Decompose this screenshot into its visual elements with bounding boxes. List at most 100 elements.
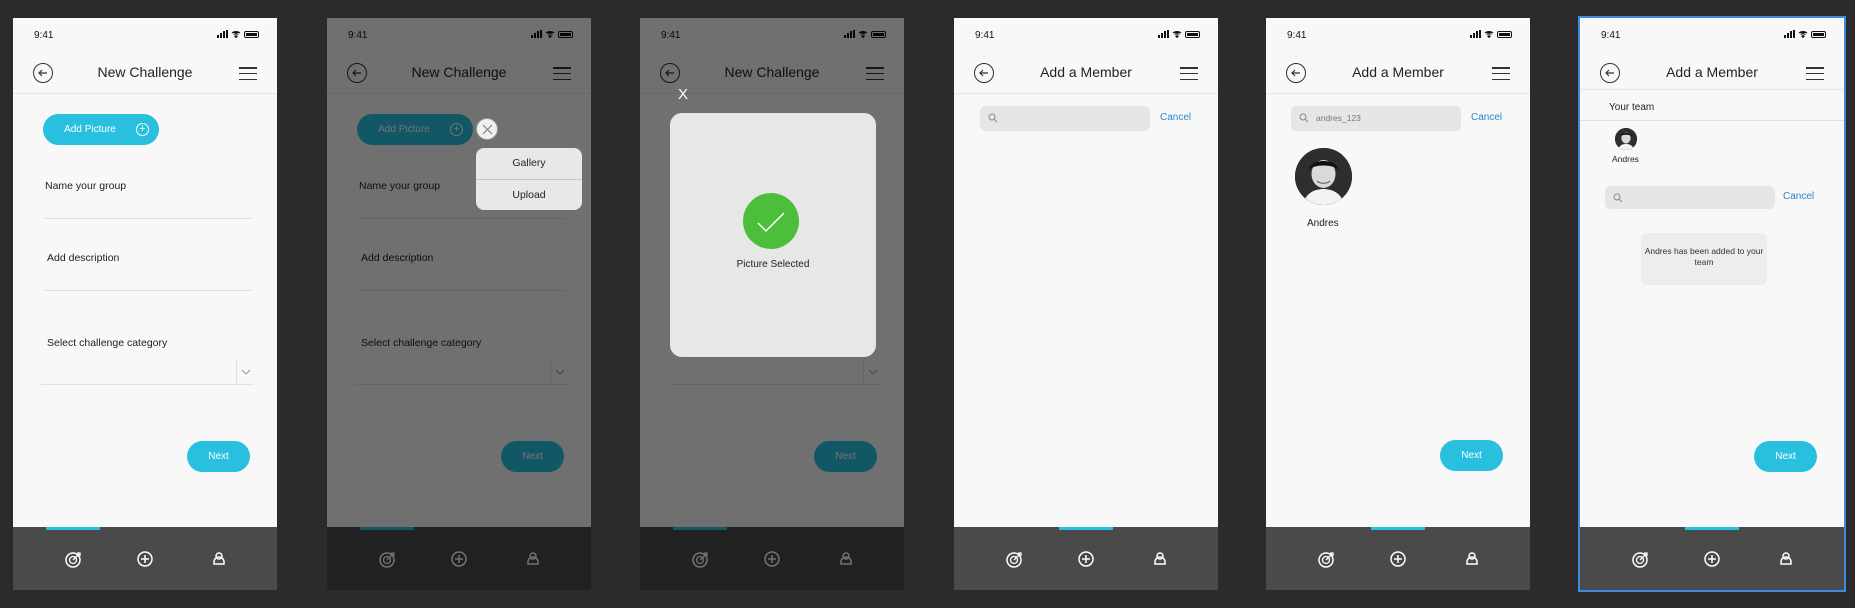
status-time: 9:41: [1601, 30, 1621, 41]
person-photo-icon: [1295, 148, 1352, 205]
hamburger-menu-icon[interactable]: [239, 67, 257, 80]
search-input[interactable]: [980, 106, 1150, 131]
page-title: New Challenge: [97, 64, 193, 80]
signal-icon: [1158, 30, 1169, 38]
profile-icon[interactable]: [1150, 549, 1170, 569]
search-query: andres_123: [1316, 113, 1361, 123]
status-icons: [217, 30, 259, 38]
battery-icon: [1811, 31, 1826, 38]
tab-bar: [1266, 527, 1530, 590]
plus-circle-icon[interactable]: [135, 549, 155, 569]
status-bar: 9:41: [13, 18, 277, 44]
battery-icon: [1497, 31, 1512, 38]
group-name-field[interactable]: [45, 218, 251, 219]
signal-icon: [1470, 30, 1481, 38]
status-icons: [1784, 30, 1826, 38]
wifi-icon: [1798, 31, 1808, 38]
status-bar: 9:41: [1266, 18, 1530, 44]
page-title: Add a Member: [1352, 64, 1444, 80]
plus-circle-icon[interactable]: [1702, 549, 1722, 569]
plus-circle-icon[interactable]: [1076, 549, 1096, 569]
dim-overlay[interactable]: [327, 18, 591, 590]
status-time: 9:41: [1287, 30, 1307, 41]
signal-icon: [217, 30, 228, 38]
picture-selected-modal: Picture Selected: [670, 113, 876, 357]
profile-icon[interactable]: [1776, 549, 1796, 569]
divider: [1580, 120, 1844, 121]
close-modal-button[interactable]: X: [678, 86, 688, 103]
hamburger-menu-icon[interactable]: [1806, 67, 1824, 80]
member-name: Andres: [1307, 218, 1339, 229]
close-icon: [482, 124, 493, 135]
group-name-label: Name your group: [45, 180, 127, 192]
profile-icon[interactable]: [1462, 549, 1482, 569]
status-icons: [1470, 30, 1512, 38]
screen-add-member-result: 9:41 Add a Member andres_123 Cancel Andr…: [1266, 18, 1530, 590]
description-label: Add description: [47, 252, 120, 264]
menu-item-gallery[interactable]: Gallery: [476, 148, 582, 179]
signal-icon: [1784, 30, 1795, 38]
picture-selected-message: Picture Selected: [736, 259, 810, 270]
tab-bar: [13, 527, 277, 590]
plus-circle-icon[interactable]: [1388, 549, 1408, 569]
page-title: Add a Member: [1666, 64, 1758, 80]
screen-add-picture-menu: 9:41 New Challenge Add Picture + Name yo…: [327, 18, 591, 590]
search-icon: [988, 113, 998, 123]
menu-item-upload[interactable]: Upload: [476, 179, 582, 210]
person-photo-icon: [1615, 128, 1637, 150]
wifi-icon: [231, 31, 241, 38]
header: Add a Member: [1266, 50, 1530, 94]
search-icon: [1613, 193, 1623, 203]
target-icon[interactable]: [1004, 549, 1024, 569]
search-icon: [1299, 113, 1309, 123]
header: New Challenge: [13, 50, 277, 94]
header: Add a Member: [1580, 50, 1844, 90]
description-field[interactable]: [45, 290, 251, 291]
hamburger-menu-icon[interactable]: [1180, 67, 1198, 80]
screen-picture-selected: 9:41 New Challenge Next X Picture Select…: [640, 18, 904, 590]
category-label: Select challenge category: [47, 337, 168, 349]
wifi-icon: [1484, 31, 1494, 38]
hamburger-menu-icon[interactable]: [1492, 67, 1510, 80]
target-icon[interactable]: [63, 549, 83, 569]
tab-bar: [1580, 527, 1844, 590]
cancel-button[interactable]: Cancel: [1160, 112, 1191, 123]
next-button[interactable]: Next: [1440, 440, 1503, 471]
battery-icon: [244, 31, 259, 38]
team-member-avatar[interactable]: [1615, 128, 1637, 150]
cancel-button[interactable]: Cancel: [1783, 191, 1814, 202]
tab-indicator: [46, 527, 100, 530]
status-bar: 9:41: [954, 18, 1218, 44]
search-input[interactable]: andres_123: [1291, 106, 1461, 131]
cancel-button[interactable]: Cancel: [1471, 112, 1502, 123]
profile-icon[interactable]: [209, 549, 229, 569]
target-icon[interactable]: [1630, 549, 1650, 569]
screen-team-updated: 9:41 Add a Member Your team Andres Cance…: [1578, 16, 1846, 592]
add-picture-label: Add Picture: [64, 124, 116, 135]
wifi-icon: [1172, 31, 1182, 38]
member-added-toast: Andres has been added to your team: [1641, 233, 1767, 285]
category-select[interactable]: [41, 360, 254, 385]
screen-add-member-empty: 9:41 Add a Member Cancel: [954, 18, 1218, 590]
screen-new-challenge: 9:41 New Challenge Add Picture + Name yo…: [13, 18, 277, 590]
add-picture-button[interactable]: Add Picture +: [43, 114, 159, 145]
close-menu-button[interactable]: [476, 118, 498, 140]
tab-indicator: [1059, 527, 1113, 530]
your-team-label: Your team: [1609, 102, 1655, 113]
plus-circle-icon: +: [136, 123, 149, 136]
next-button[interactable]: Next: [1754, 441, 1817, 472]
page-title: Add a Member: [1040, 64, 1132, 80]
team-member-name: Andres: [1612, 154, 1639, 164]
battery-icon: [1185, 31, 1200, 38]
status-bar: 9:41: [1580, 18, 1844, 44]
target-icon[interactable]: [1316, 549, 1336, 569]
search-input[interactable]: [1605, 186, 1775, 209]
status-time: 9:41: [34, 30, 54, 41]
chevron-down-icon: [236, 360, 254, 385]
avatar[interactable]: [1295, 148, 1352, 205]
next-button[interactable]: Next: [187, 441, 250, 472]
tab-indicator: [1685, 527, 1739, 530]
tab-bar: [954, 527, 1218, 590]
picture-source-menu: Gallery Upload: [476, 148, 582, 210]
checkmark-icon: [743, 193, 799, 249]
